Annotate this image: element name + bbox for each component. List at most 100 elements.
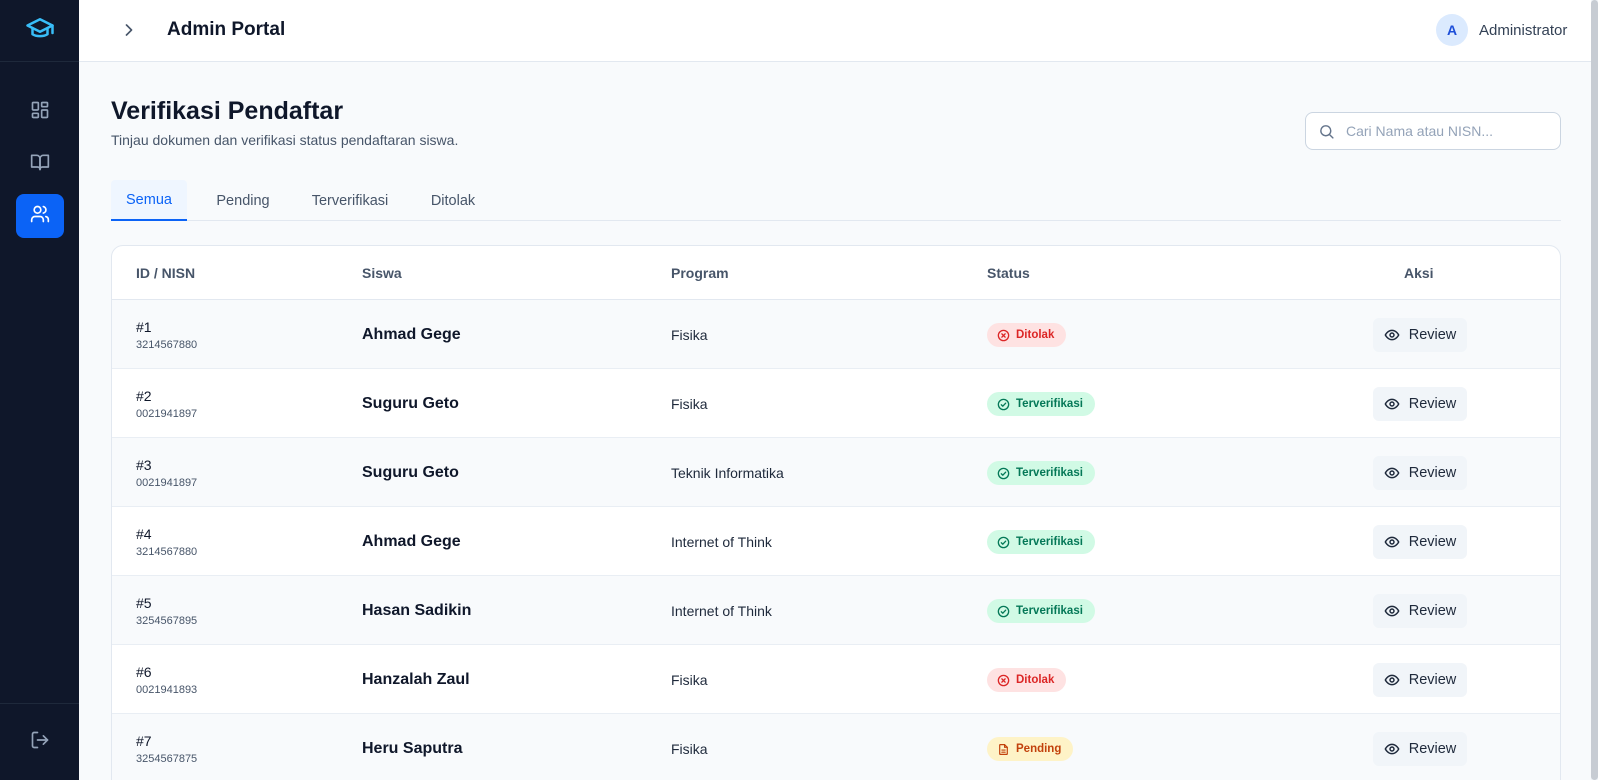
table-row: #4 3214567880 Ahmad Gege Internet of Think T… — [112, 507, 1560, 576]
sidebar-item-applicants[interactable] — [15, 194, 64, 238]
row-id: #1 — [136, 319, 152, 335]
row-id: #7 — [136, 733, 152, 749]
scrollbar-thumb[interactable] — [1591, 0, 1598, 780]
tab-terverifikasi[interactable]: Terverifikasi — [297, 180, 403, 221]
review-button[interactable]: Review — [1373, 663, 1467, 697]
status-badge: Ditolak — [987, 668, 1067, 692]
row-program: Internet of Think — [671, 603, 772, 619]
row-student-name: Heru Saputra — [362, 740, 463, 757]
row-id: #4 — [136, 526, 152, 542]
row-program: Teknik Informatika — [671, 465, 784, 481]
table-row: #3 0021941897 Suguru Geto Teknik Informatik… — [112, 438, 1560, 507]
column-header-status: Status — [987, 265, 1030, 281]
review-button-label: Review — [1408, 741, 1457, 757]
row-program: Internet of Think — [671, 534, 772, 550]
row-student-name: Hasan Sadikin — [362, 602, 472, 619]
status-label: Ditolak — [1016, 329, 1055, 341]
status-badge: Terverifikasi — [987, 461, 1095, 485]
status-label: Terverifikasi — [1016, 536, 1083, 548]
eye-icon — [1384, 534, 1409, 550]
check-circle-icon — [997, 605, 1016, 618]
status-badge: Terverifikasi — [987, 392, 1095, 416]
table-row: #1 3214567880 Ahmad Gege Fisika Ditolak Revie… — [112, 300, 1560, 369]
search-box — [1305, 112, 1561, 150]
review-button[interactable]: Review — [1373, 387, 1467, 421]
review-button[interactable]: Review — [1373, 525, 1467, 559]
status-badge: Pending — [987, 737, 1074, 761]
table-row: #2 0021941897 Suguru Geto Fisika Terverifika… — [112, 369, 1560, 438]
review-button[interactable]: Review — [1373, 732, 1467, 766]
sidebar — [0, 0, 79, 780]
status-label: Terverifikasi — [1016, 605, 1083, 617]
row-student-name: Ahmad Gege — [362, 533, 461, 550]
sidebar-item-dashboard[interactable] — [16, 90, 64, 134]
x-circle-icon — [997, 674, 1016, 687]
row-student-name: Suguru Geto — [362, 395, 459, 412]
review-button-label: Review — [1408, 534, 1457, 550]
row-student-name: Hanzalah Zaul — [362, 671, 470, 688]
page-title: Verifikasi Pendaftar — [111, 97, 344, 125]
top-bar: Admin Portal A Administrator — [79, 0, 1591, 62]
row-nisn: 3254567875 — [136, 753, 198, 765]
row-nisn: 0021941897 — [136, 477, 198, 489]
scrollbar[interactable] — [1591, 0, 1598, 780]
user-name[interactable]: Administrator — [1479, 22, 1567, 39]
avatar[interactable]: A — [1436, 14, 1468, 46]
eye-icon — [1384, 465, 1409, 481]
row-id: #6 — [136, 664, 152, 680]
review-button-label: Review — [1408, 327, 1457, 343]
row-program: Fisika — [671, 741, 708, 757]
review-button[interactable]: Review — [1373, 594, 1467, 628]
row-student-name: Suguru Geto — [362, 464, 459, 481]
search-icon — [1318, 123, 1335, 145]
review-button-label: Review — [1408, 672, 1457, 688]
eye-icon — [1384, 741, 1409, 757]
review-button-label: Review — [1408, 465, 1457, 481]
row-student-name: Ahmad Gege — [362, 326, 461, 343]
status-badge: Terverifikasi — [987, 599, 1095, 623]
row-nisn: 0021941897 — [136, 408, 198, 420]
tab-pending[interactable]: Pending — [199, 180, 287, 221]
row-program: Fisika — [671, 672, 708, 688]
document-icon — [997, 743, 1016, 756]
logout-icon — [30, 730, 50, 755]
column-header-aksi: Aksi — [1404, 265, 1434, 281]
eye-icon — [1384, 672, 1409, 688]
row-id: #5 — [136, 595, 152, 611]
users-icon — [30, 204, 50, 229]
row-nisn: 3254567895 — [136, 615, 198, 627]
sidebar-item-programs[interactable] — [16, 142, 64, 186]
row-program: Fisika — [671, 396, 708, 412]
table-row: #5 3254567895 Hasan Sadikin Internet of Thi… — [112, 576, 1560, 645]
row-nisn: 3214567880 — [136, 339, 198, 351]
check-circle-icon — [997, 398, 1016, 411]
x-circle-icon — [997, 329, 1016, 342]
status-label: Pending — [1016, 743, 1062, 755]
page-subtitle: Tinjau dokumen dan verifikasi status pen… — [111, 132, 459, 148]
chevron-right-icon[interactable] — [119, 19, 139, 46]
logout-button[interactable] — [0, 703, 79, 780]
column-header-id: ID / NISN — [136, 265, 196, 281]
eye-icon — [1384, 396, 1409, 412]
status-badge: Ditolak — [987, 323, 1067, 347]
search-input[interactable] — [1346, 113, 1556, 149]
applicants-table: ID / NISN Siswa Program Status Aksi #1 32… — [111, 245, 1561, 780]
check-circle-icon — [997, 467, 1016, 480]
column-header-siswa: Siswa — [362, 265, 402, 281]
row-nisn: 0021941893 — [136, 684, 198, 696]
status-badge: Terverifikasi — [987, 530, 1095, 554]
row-program: Fisika — [671, 327, 708, 343]
column-header-program: Program — [671, 265, 729, 281]
book-icon — [30, 152, 50, 177]
table-header: ID / NISN Siswa Program Status Aksi — [112, 246, 1560, 300]
tab-ditolak[interactable]: Ditolak — [413, 180, 493, 221]
review-button[interactable]: Review — [1373, 318, 1467, 352]
table-row: #7 3254567875 Heru Saputra Fisika Pending Rev… — [112, 714, 1560, 780]
row-nisn: 3214567880 — [136, 546, 198, 558]
status-label: Ditolak — [1016, 674, 1055, 686]
review-button[interactable]: Review — [1373, 456, 1467, 490]
app-title: Admin Portal — [167, 19, 286, 40]
tab-semua[interactable]: Semua — [111, 180, 187, 221]
sidebar-logo[interactable] — [0, 0, 79, 62]
table-body: #1 3214567880 Ahmad Gege Fisika Ditolak Revie… — [112, 300, 1560, 780]
